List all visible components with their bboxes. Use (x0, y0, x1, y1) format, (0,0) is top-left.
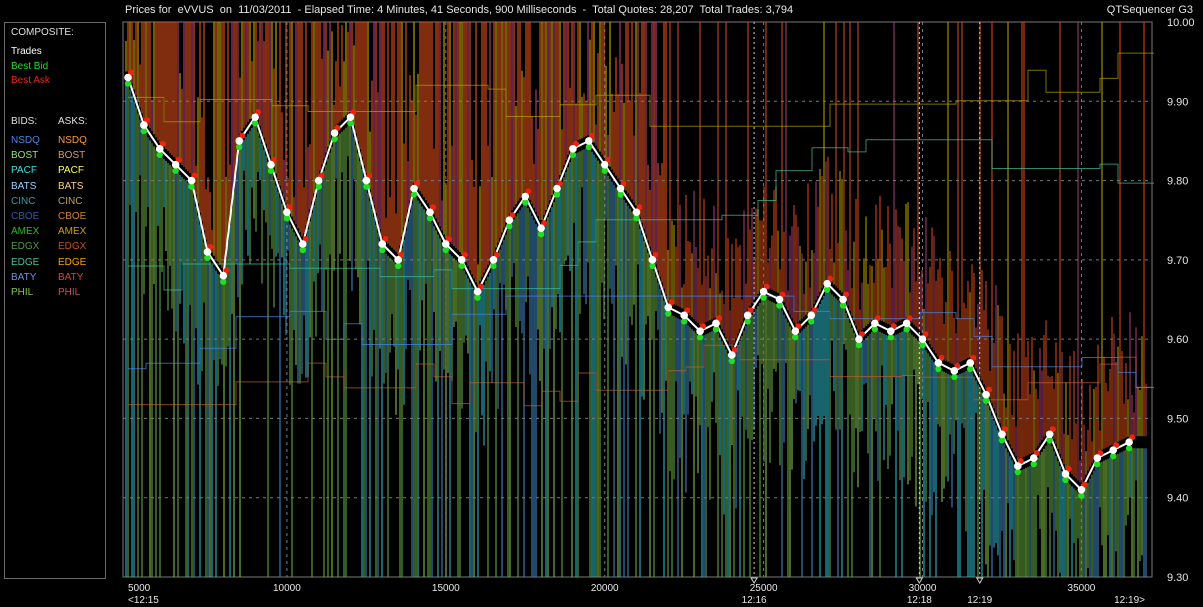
trade-point (934, 359, 943, 367)
x-tick-label: 5000 (128, 583, 151, 594)
trade-point (855, 335, 863, 343)
trade-point (696, 327, 704, 336)
trade-point (1077, 485, 1086, 494)
trade-point (902, 319, 911, 328)
y-tick-label: 9.40 (1167, 493, 1188, 505)
trade-point (648, 256, 657, 264)
trade-point (187, 176, 196, 185)
trade-point (489, 256, 498, 264)
trade-point (346, 113, 355, 121)
y-tick-label: 9.60 (1167, 334, 1188, 346)
trade-point (664, 303, 673, 312)
x-tick-label: 20000 (591, 583, 619, 594)
trade-point (871, 319, 879, 328)
y-tick-label: 10.00 (1167, 17, 1195, 29)
trade-point (442, 240, 450, 248)
y-tick-label: 9.90 (1167, 96, 1188, 108)
trade-point (839, 295, 847, 304)
trade-point (362, 176, 371, 185)
y-tick-label: 9.80 (1167, 176, 1188, 188)
trade-point (267, 160, 275, 169)
time-marker-label: 12:16 (742, 595, 767, 606)
trade-point (728, 351, 736, 359)
trade-point (950, 367, 959, 375)
trade-point (505, 216, 514, 225)
trade-point (394, 256, 402, 264)
trade-point (1045, 430, 1054, 439)
trade-point (330, 129, 339, 137)
trade-point (1029, 454, 1038, 462)
trade-point (807, 311, 816, 320)
trade-point (457, 256, 466, 264)
trade-point (553, 184, 561, 193)
trade-point (1109, 446, 1118, 454)
trade-point (966, 359, 975, 367)
trade-point (680, 311, 688, 320)
trade-point (314, 176, 323, 185)
trade-point (171, 160, 180, 169)
trade-point (283, 208, 291, 217)
trade-point (203, 248, 212, 256)
trade-point (155, 145, 164, 153)
y-tick-label: 9.70 (1167, 255, 1188, 267)
time-marker-label: 12:18 (907, 595, 932, 606)
trade-point (378, 240, 387, 248)
trade-point (251, 113, 259, 121)
trade-point (298, 240, 307, 248)
time-marker-triangle (975, 577, 984, 584)
time-marker-label: 12:19 (967, 595, 992, 606)
y-tick-label: 9.30 (1167, 572, 1188, 584)
trade-point (124, 73, 132, 82)
trade-point (426, 208, 434, 217)
trade-point (886, 327, 895, 336)
trade-point (982, 390, 990, 399)
trade-point (918, 335, 927, 343)
trade-point (712, 319, 720, 328)
trade-point (616, 184, 625, 193)
trade-point (235, 137, 244, 145)
trade-point (1061, 470, 1070, 478)
trade-point (998, 430, 1006, 439)
x-tick-label: 30000 (909, 583, 937, 594)
trade-point (410, 184, 418, 193)
trade-point (743, 311, 752, 320)
trade-point (1125, 438, 1133, 447)
trade-point (1093, 454, 1102, 462)
x-tick-label: 10000 (273, 583, 301, 594)
trade-point (775, 295, 784, 304)
time-marker-label: <12:15 (128, 595, 159, 606)
trade-point (537, 224, 545, 232)
trade-point (473, 287, 482, 296)
x-tick-label: 35000 (1068, 583, 1096, 594)
trade-point (632, 208, 641, 217)
x-tick-label: 15000 (432, 583, 460, 594)
price-chart: 10.00 9.90 9.80 9.70 9.60 9.50 9.40 9.30 5000 100… (122, 17, 1195, 606)
trade-point (521, 192, 530, 201)
trade-point (759, 287, 768, 296)
trade-point (823, 279, 831, 288)
time-marker-label: 12:19> (1114, 595, 1145, 606)
trade-point (585, 137, 593, 145)
x-tick-label: 25000 (750, 583, 778, 594)
trade-point (219, 271, 228, 280)
trade-point (600, 160, 609, 169)
trade-point (791, 327, 800, 336)
trade-point (569, 145, 577, 153)
trade-point (140, 121, 148, 129)
trade-point (1014, 462, 1022, 470)
y-tick-label: 9.50 (1167, 413, 1188, 425)
